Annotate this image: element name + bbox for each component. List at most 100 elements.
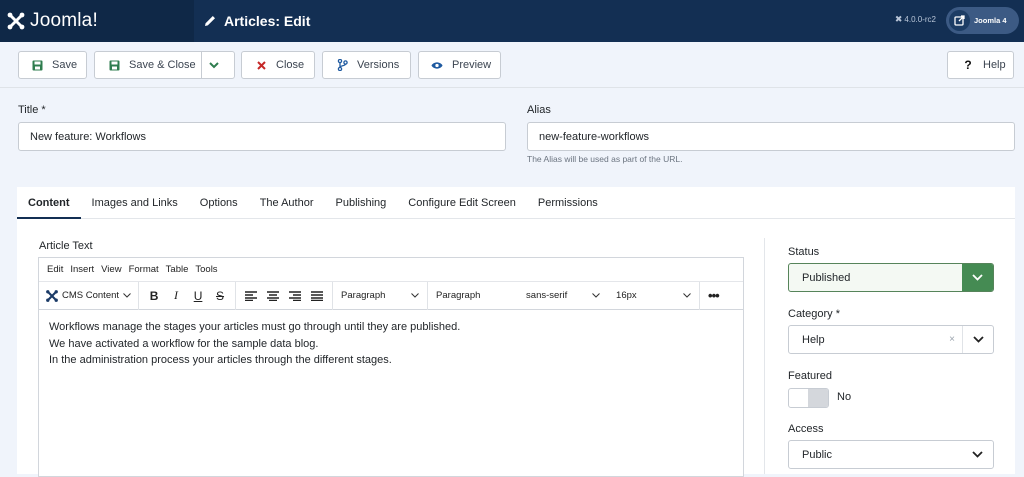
chevron-down-icon (123, 293, 131, 298)
user-menu-button[interactable]: Joomla 4 (946, 7, 1019, 34)
chevron-down-icon[interactable] (208, 59, 220, 71)
tab-the-author[interactable]: The Author (249, 187, 325, 219)
align-center-icon[interactable] (262, 286, 284, 306)
status-select[interactable]: Published (788, 263, 994, 292)
menu-table[interactable]: Table (166, 264, 189, 275)
help-button[interactable]: ? Help (947, 51, 1014, 79)
rich-text-editor: Edit Insert View Format Table Tools CMS … (38, 257, 744, 477)
underline-icon[interactable]: U (187, 286, 209, 306)
toggle-knob (808, 389, 828, 407)
bold-icon[interactable]: B (143, 286, 165, 306)
more-options-button[interactable]: ••• (700, 282, 727, 310)
clear-icon[interactable]: × (949, 334, 955, 345)
close-icon (255, 59, 267, 71)
font-size-select[interactable]: 16px (608, 281, 701, 310)
tab-options[interactable]: Options (189, 187, 249, 219)
cms-content-dropdown[interactable]: CMS Content (39, 281, 140, 310)
cms-content-label: CMS Content (62, 290, 120, 301)
align-left-icon[interactable] (240, 286, 262, 306)
paragraph-line: In the administration process your artic… (49, 354, 392, 366)
top-header: Joomla! Articles: Edit ✖ 4.0.0-rc2 Jooml… (0, 0, 1024, 42)
joomla-small-icon: ✖ (894, 14, 903, 24)
version-text: 4.0.0-rc2 (904, 15, 936, 24)
pencil-icon (205, 16, 215, 26)
tab-publishing[interactable]: Publishing (325, 187, 398, 219)
title-label: Title * (18, 104, 46, 116)
content-panel: Article Text Edit Insert View Format Tab… (17, 219, 1015, 477)
article-text-label: Article Text (39, 240, 93, 252)
menu-view[interactable]: View (101, 264, 121, 275)
save-icon (108, 59, 120, 71)
save-close-label: Save & Close (129, 59, 196, 71)
chevron-down-icon (411, 293, 419, 298)
chevron-down-icon (962, 441, 993, 468)
page-title: Articles: Edit (224, 13, 311, 29)
save-close-button[interactable]: Save & Close (94, 51, 235, 79)
featured-toggle[interactable] (788, 388, 829, 408)
access-value: Public (802, 448, 832, 461)
joomla-logo-icon (46, 289, 58, 302)
save-icon (31, 59, 43, 71)
category-value: Help (802, 333, 825, 346)
page-title-wrap: Articles: Edit (203, 0, 310, 42)
menu-edit[interactable]: Edit (47, 264, 63, 275)
external-link-icon (949, 10, 970, 31)
help-label: Help (983, 59, 1006, 71)
status-label: Status (788, 246, 820, 258)
tab-configure-edit-screen[interactable]: Configure Edit Screen (397, 187, 527, 219)
tab-permissions[interactable]: Permissions (527, 187, 609, 219)
tab-bar: Content Images and Links Options The Aut… (17, 187, 1015, 219)
alias-help-text: The Alias will be used as part of the UR… (527, 154, 683, 164)
editor-toolbar: CMS Content B I U S Paragraph Paragraph (39, 281, 743, 310)
block-format-select[interactable]: Paragraph (333, 281, 429, 310)
access-label: Access (788, 423, 824, 435)
toolbar: Save Save & Close Close Versions Preview… (0, 42, 1024, 88)
italic-icon[interactable]: I (165, 286, 187, 306)
chevron-down-icon (962, 326, 993, 353)
menu-insert[interactable]: Insert (70, 264, 94, 275)
featured-value: No (837, 391, 852, 403)
strikethrough-icon[interactable]: S (209, 286, 231, 306)
title-input[interactable]: New feature: Workflows (18, 122, 506, 151)
paragraph-line: We have activated a workflow for the sam… (49, 337, 319, 350)
panel-divider (764, 238, 765, 474)
user-menu-label: Joomla 4 (974, 16, 1007, 25)
question-icon: ? (964, 58, 972, 72)
close-button[interactable]: Close (241, 51, 315, 79)
font-family-select[interactable]: sans-serif (518, 282, 608, 310)
menu-tools[interactable]: Tools (195, 264, 217, 275)
button-divider (201, 52, 202, 78)
tab-images-links[interactable]: Images and Links (81, 187, 189, 219)
category-label: Category * (788, 308, 840, 320)
align-right-icon[interactable] (284, 286, 306, 306)
version-badge: ✖ 4.0.0-rc2 (895, 14, 936, 25)
paragraph-line: Workflows manage the stages your article… (49, 321, 461, 333)
preview-label: Preview (452, 59, 492, 71)
chevron-down-icon (962, 264, 993, 291)
style-format-value: Paragraph (436, 290, 481, 301)
close-label: Close (276, 59, 305, 71)
code-branch-icon (336, 59, 348, 71)
align-justify-icon[interactable] (306, 286, 328, 306)
brand-name: Joomla! (30, 10, 98, 31)
access-select[interactable]: Public (788, 440, 994, 469)
style-format-select[interactable]: Paragraph (428, 282, 518, 310)
editor-content-area[interactable]: Workflows manage the stages your article… (39, 310, 743, 378)
tab-content[interactable]: Content (17, 187, 81, 219)
eye-icon (431, 59, 443, 71)
versions-label: Versions (357, 59, 400, 71)
brand[interactable]: Joomla! (0, 0, 194, 42)
save-label: Save (52, 59, 78, 71)
chevron-down-icon (683, 293, 691, 298)
more-icon: ••• (708, 288, 720, 303)
menu-format[interactable]: Format (129, 264, 159, 275)
preview-button[interactable]: Preview (418, 51, 501, 79)
versions-button[interactable]: Versions (322, 51, 411, 79)
chevron-down-icon (592, 293, 600, 298)
text-style-group: B I U S (139, 281, 237, 310)
alias-input[interactable]: new-feature-workflows (527, 122, 1015, 151)
save-button[interactable]: Save (18, 51, 87, 79)
alias-label: Alias (527, 104, 551, 116)
font-size-value: 16px (616, 290, 637, 301)
category-select[interactable]: Help × (788, 325, 994, 354)
